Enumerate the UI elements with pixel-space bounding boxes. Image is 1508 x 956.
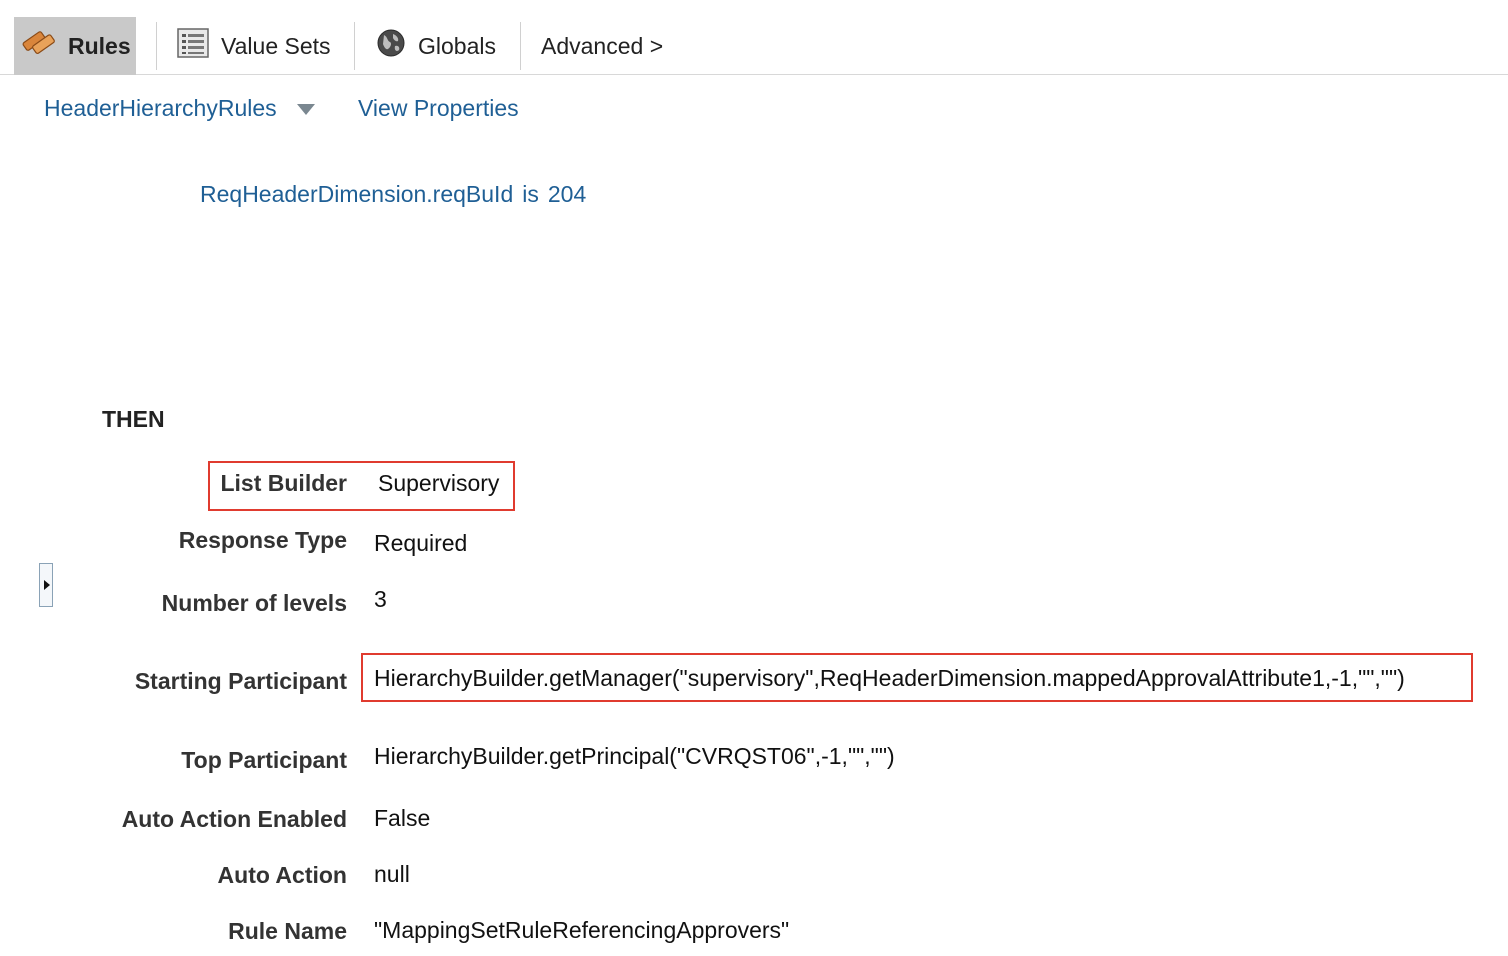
rule-name-label: Rule Name — [228, 918, 347, 944]
auto-action-label: Auto Action — [217, 862, 347, 888]
view-properties-link[interactable]: View Properties — [358, 95, 519, 122]
rules-icon — [22, 28, 56, 64]
auto-action-enabled-label: Auto Action Enabled — [121, 806, 347, 832]
tab-separator — [156, 22, 157, 70]
tab-label: Globals — [418, 32, 496, 59]
list-builder-label: List Builder — [220, 470, 347, 496]
auto-action-enabled-value[interactable]: False — [374, 805, 430, 832]
tab-label: Advanced > — [541, 32, 664, 59]
then-heading: THEN — [102, 406, 165, 432]
tab-label: Value Sets — [221, 32, 331, 59]
auto-action-value[interactable]: null — [374, 861, 410, 888]
tab-separator — [520, 22, 521, 70]
response-type-value[interactable]: Required — [374, 530, 467, 557]
globe-icon — [376, 28, 406, 64]
tab-label: Rules — [68, 32, 131, 59]
response-type-label: Response Type — [178, 527, 347, 553]
rule-name-value[interactable]: "MappingSetRuleReferencingApprovers" — [374, 917, 789, 944]
value-sets-icon — [177, 28, 209, 64]
starting-participant-label: Starting Participant — [134, 668, 347, 694]
condition-value[interactable]: 204 — [548, 181, 586, 207]
ruleset-name-link[interactable]: HeaderHierarchyRules — [44, 95, 277, 122]
tab-separator — [354, 22, 355, 70]
rule-condition[interactable]: ReqHeaderDimension.reqBuId is 204 — [200, 181, 595, 208]
condition-operator[interactable]: is — [522, 181, 539, 207]
expand-panel-toggle[interactable] — [39, 563, 53, 607]
chevron-down-icon[interactable] — [297, 104, 315, 115]
rules-editor: Rules Value Sets Globals Advanced > Head… — [0, 0, 1508, 956]
tab-advanced[interactable]: Advanced > — [541, 17, 663, 75]
number-of-levels-value[interactable]: 3 — [374, 586, 387, 613]
tab-rules[interactable]: Rules — [14, 17, 136, 75]
top-participant-label: Top Participant — [181, 747, 347, 773]
list-builder-value[interactable]: Supervisory — [378, 470, 499, 497]
condition-attribute[interactable]: ReqHeaderDimension.reqBuId — [200, 181, 513, 207]
tab-globals[interactable]: Globals — [376, 17, 496, 75]
tab-bar: Rules Value Sets Globals Advanced > — [0, 0, 1508, 75]
tab-value-sets[interactable]: Value Sets — [177, 17, 331, 75]
top-participant-value[interactable]: HierarchyBuilder.getPrincipal("CVRQST06"… — [374, 743, 895, 770]
starting-participant-value[interactable]: HierarchyBuilder.getManager("supervisory… — [374, 665, 1405, 692]
number-of-levels-label: Number of levels — [161, 590, 347, 616]
